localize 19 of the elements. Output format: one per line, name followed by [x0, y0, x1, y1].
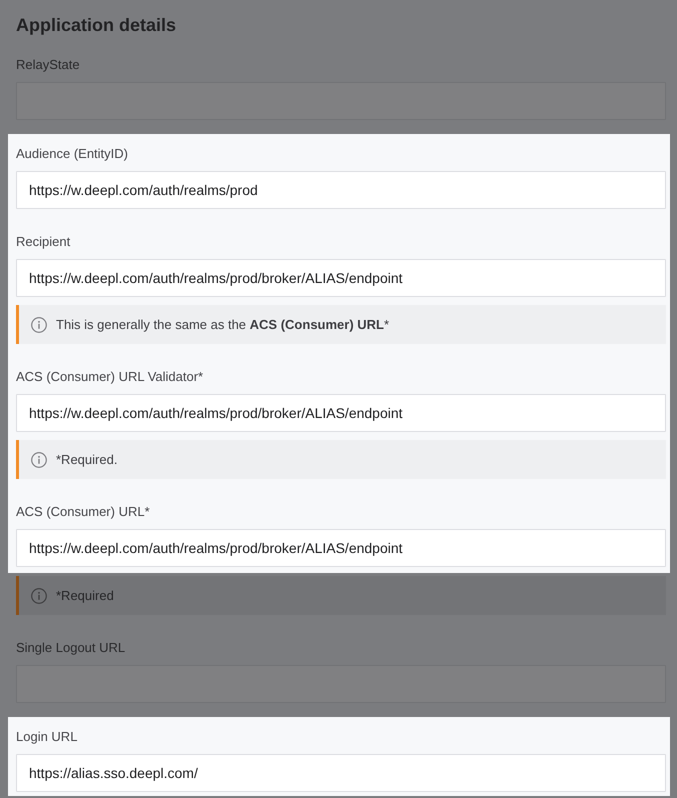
field-label: ACS (Consumer) URL Validator*	[16, 368, 204, 386]
field-label: Audience (EntityID)	[16, 145, 129, 163]
text-field[interactable]: https://w.deepl.com/auth/realms/prod/broker/ALIAS/endpoint	[16, 394, 666, 432]
field-label: Single Logout URL	[16, 639, 126, 657]
text-field[interactable]: https://w.deepl.com/auth/realms/prod/broker/ALIAS/endpoint	[16, 529, 666, 567]
field-label: ACS (Consumer) URL*	[16, 503, 151, 521]
field-label: RelayState	[16, 56, 81, 74]
info-icon	[31, 452, 47, 468]
section-heading: Application details	[16, 14, 178, 36]
text-field[interactable]: https://w.deepl.com/auth/realms/prod/broker/ALIAS/endpoint	[16, 259, 666, 297]
note-text: *Required	[56, 586, 114, 604]
info-icon	[31, 588, 47, 604]
text-field[interactable]: https://w.deepl.com/auth/realms/prod	[16, 171, 666, 209]
field-label: Login URL	[16, 728, 78, 746]
field-label: Recipient	[16, 233, 72, 251]
info-icon	[31, 316, 47, 332]
note-text: *Required.	[56, 450, 118, 468]
note-text: This is generally the same as the ACS (Consumer) URL*	[56, 316, 390, 334]
text-field[interactable]: https://alias.sso.deepl.com/	[16, 754, 666, 792]
